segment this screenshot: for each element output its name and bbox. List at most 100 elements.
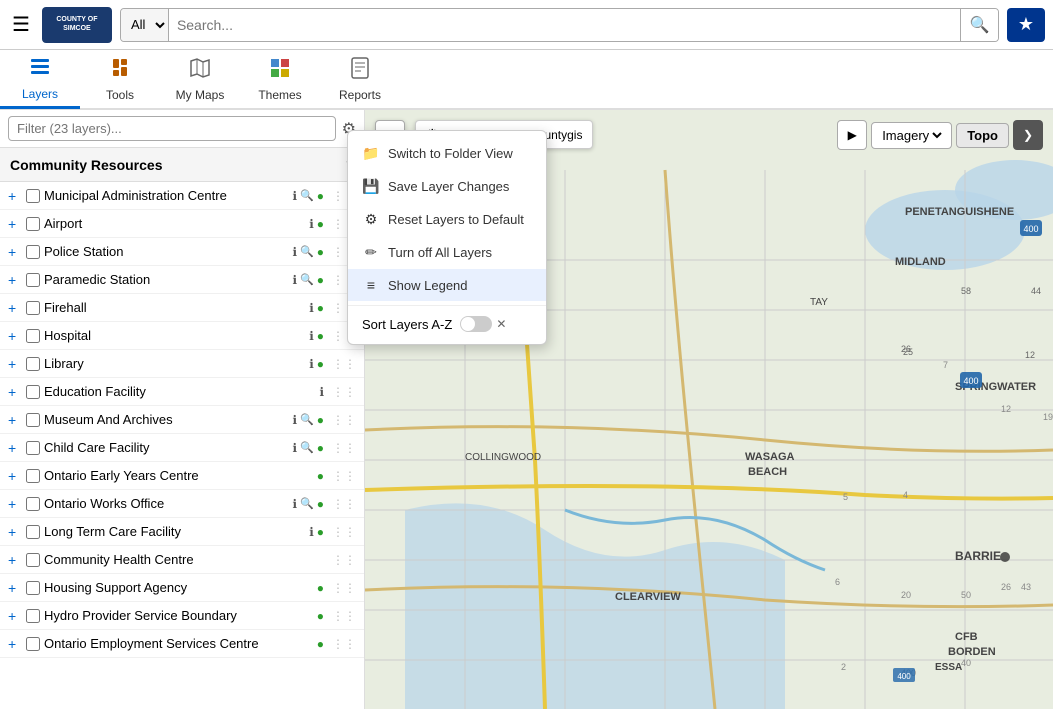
layer-checkbox[interactable]: [26, 189, 40, 203]
layer-expand-button[interactable]: +: [8, 608, 22, 624]
info-icon[interactable]: ℹ: [292, 413, 297, 427]
menu-item-switch-folder[interactable]: 📁 Switch to Folder View: [348, 137, 546, 170]
drag-handle[interactable]: ⋮⋮: [332, 497, 356, 511]
layer-checkbox[interactable]: [26, 525, 40, 539]
layer-expand-button[interactable]: +: [8, 440, 22, 456]
layer-checkbox[interactable]: [26, 441, 40, 455]
tab-mymaps[interactable]: My Maps: [160, 49, 240, 109]
layer-checkbox[interactable]: [26, 385, 40, 399]
menu-item-save-layers[interactable]: 💾 Save Layer Changes: [348, 170, 546, 203]
zoom-icon[interactable]: 🔍: [300, 413, 314, 426]
drag-handle[interactable]: ⋮⋮: [332, 637, 356, 651]
layer-checkbox[interactable]: [26, 413, 40, 427]
info-icon[interactable]: ℹ: [292, 189, 297, 203]
visibility-icon[interactable]: ●: [317, 301, 324, 315]
zoom-icon[interactable]: 🔍: [300, 497, 314, 510]
info-icon[interactable]: ℹ: [292, 245, 297, 259]
menu-item-reset-layers[interactable]: ⚙ Reset Layers to Default: [348, 203, 546, 236]
drag-handle[interactable]: ⋮⋮: [332, 525, 356, 539]
info-icon[interactable]: ℹ: [292, 497, 297, 511]
star-button[interactable]: ★: [1007, 8, 1045, 42]
visibility-icon[interactable]: ●: [317, 245, 324, 259]
info-icon[interactable]: ℹ: [309, 357, 314, 371]
expand-button[interactable]: ❯: [1013, 120, 1043, 150]
layer-expand-button[interactable]: +: [8, 580, 22, 596]
layer-expand-button[interactable]: +: [8, 188, 22, 204]
zoom-icon[interactable]: 🔍: [300, 245, 314, 258]
layer-checkbox[interactable]: [26, 273, 40, 287]
layer-checkbox[interactable]: [26, 609, 40, 623]
layer-expand-button[interactable]: +: [8, 636, 22, 652]
visibility-icon[interactable]: ●: [317, 273, 324, 287]
layer-checkbox[interactable]: [26, 245, 40, 259]
zoom-icon[interactable]: 🔍: [300, 441, 314, 454]
hamburger-button[interactable]: ☰: [8, 8, 34, 41]
topo-button[interactable]: Topo: [956, 123, 1009, 148]
visibility-icon[interactable]: ●: [317, 497, 324, 511]
zoom-icon[interactable]: 🔍: [300, 189, 314, 202]
visibility-icon[interactable]: ●: [317, 357, 324, 371]
info-icon[interactable]: ℹ: [309, 301, 314, 315]
visibility-icon[interactable]: ●: [317, 609, 324, 623]
layer-expand-button[interactable]: +: [8, 552, 22, 568]
search-button[interactable]: 🔍: [960, 9, 998, 41]
visibility-icon[interactable]: ●: [317, 189, 324, 203]
search-input[interactable]: [169, 17, 960, 33]
visibility-icon[interactable]: ●: [317, 525, 324, 539]
basemap-play-button[interactable]: ▶: [837, 120, 867, 150]
layer-checkbox[interactable]: [26, 301, 40, 315]
layer-expand-button[interactable]: +: [8, 272, 22, 288]
info-icon[interactable]: ℹ: [309, 329, 314, 343]
filter-input[interactable]: [8, 116, 336, 141]
drag-handle[interactable]: ⋮⋮: [332, 441, 356, 455]
layer-expand-button[interactable]: +: [8, 300, 22, 316]
layer-checkbox[interactable]: [26, 637, 40, 651]
visibility-icon[interactable]: ●: [317, 413, 324, 427]
layer-expand-button[interactable]: +: [8, 524, 22, 540]
layer-expand-button[interactable]: +: [8, 468, 22, 484]
tab-layers[interactable]: Layers: [0, 49, 80, 109]
imagery-select[interactable]: Imagery: [878, 127, 945, 144]
info-icon[interactable]: ℹ: [319, 385, 324, 399]
layer-expand-button[interactable]: +: [8, 412, 22, 428]
drag-handle[interactable]: ⋮⋮: [332, 553, 356, 567]
drag-handle[interactable]: ⋮⋮: [332, 385, 356, 399]
sort-toggle-track[interactable]: [460, 316, 492, 332]
layer-expand-button[interactable]: +: [8, 244, 22, 260]
menu-item-show-legend[interactable]: ≡ Show Legend: [348, 269, 546, 301]
layer-checkbox[interactable]: [26, 553, 40, 567]
layer-checkbox[interactable]: [26, 357, 40, 371]
info-icon[interactable]: ℹ: [292, 441, 297, 455]
drag-handle[interactable]: ⋮⋮: [332, 609, 356, 623]
info-icon[interactable]: ℹ: [309, 217, 314, 231]
visibility-icon[interactable]: ●: [317, 637, 324, 651]
layer-checkbox[interactable]: [26, 217, 40, 231]
tab-reports[interactable]: Reports: [320, 49, 400, 109]
layer-checkbox[interactable]: [26, 329, 40, 343]
drag-handle[interactable]: ⋮⋮: [332, 413, 356, 427]
layer-expand-button[interactable]: +: [8, 356, 22, 372]
layer-expand-button[interactable]: +: [8, 328, 22, 344]
toggle-close-icon[interactable]: ✕: [496, 317, 506, 331]
layer-checkbox[interactable]: [26, 581, 40, 595]
search-type-select[interactable]: All: [121, 9, 169, 41]
visibility-icon[interactable]: ●: [317, 441, 324, 455]
drag-handle[interactable]: ⋮⋮: [332, 469, 356, 483]
drag-handle[interactable]: ⋮⋮: [332, 357, 356, 371]
layer-checkbox[interactable]: [26, 497, 40, 511]
layer-expand-button[interactable]: +: [8, 384, 22, 400]
info-icon[interactable]: ℹ: [292, 273, 297, 287]
layer-checkbox[interactable]: [26, 469, 40, 483]
zoom-icon[interactable]: 🔍: [300, 273, 314, 286]
visibility-icon[interactable]: ●: [317, 581, 324, 595]
tab-themes[interactable]: Themes: [240, 49, 320, 109]
visibility-icon[interactable]: ●: [317, 217, 324, 231]
visibility-icon[interactable]: ●: [317, 469, 324, 483]
visibility-icon[interactable]: ●: [317, 329, 324, 343]
tab-tools[interactable]: Tools: [80, 49, 160, 109]
info-icon[interactable]: ℹ: [309, 525, 314, 539]
drag-handle[interactable]: ⋮⋮: [332, 581, 356, 595]
layer-expand-button[interactable]: +: [8, 496, 22, 512]
layer-expand-button[interactable]: +: [8, 216, 22, 232]
menu-item-turnoff-layers[interactable]: ✏ Turn off All Layers: [348, 236, 546, 269]
